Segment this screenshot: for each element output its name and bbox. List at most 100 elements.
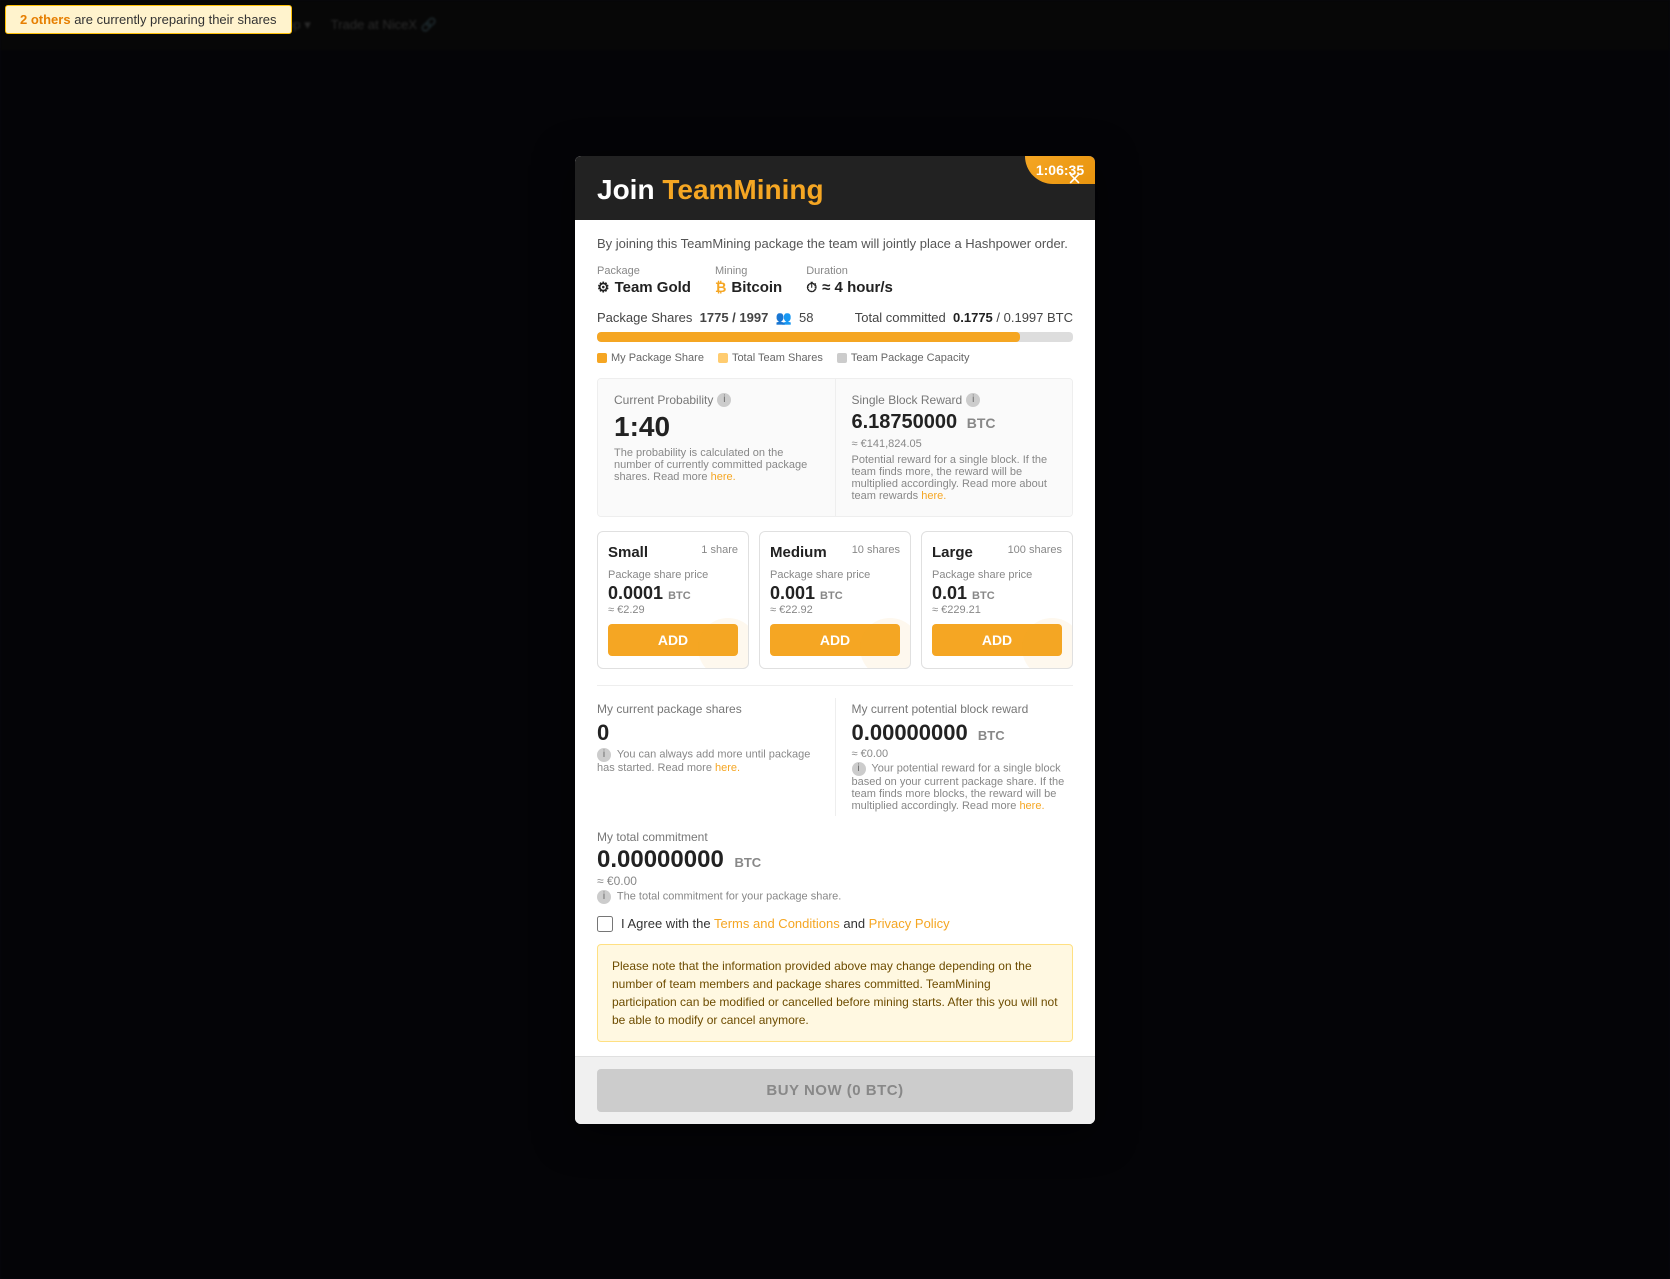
package-card-medium: Medium 10 shares Package share price 0.0… (759, 531, 911, 669)
progress-bar-fill-team (597, 332, 1020, 342)
total-committed: Total committed 0.1775 / 0.1997 BTC (855, 310, 1073, 325)
pkg-medium-eur: ≈ €22.92 (770, 604, 900, 616)
bstat-my-shares: My current package shares 0 i You can al… (597, 698, 835, 816)
my-reward-note-link[interactable]: here. (1019, 800, 1044, 812)
pkg-medium-btc: BTC (820, 590, 843, 602)
block-reward-note: Potential reward for a single block. If … (852, 454, 1057, 502)
package-label: Package (597, 265, 691, 277)
pkg-large-btc: BTC (972, 590, 995, 602)
buy-now-button[interactable]: BUY NOW (0 BTC) (597, 1069, 1073, 1112)
legend-my-share: My Package Share (597, 352, 704, 364)
pkg-medium-add-button[interactable]: ADD (770, 624, 900, 656)
pkg-medium-price: 0.001 BTC (770, 583, 900, 604)
terms-link[interactable]: Terms and Conditions (714, 916, 840, 931)
privacy-link[interactable]: Privacy Policy (869, 916, 950, 931)
mining-label: Mining (715, 265, 782, 277)
duration-icon: ⏱ (806, 279, 817, 296)
divider (597, 685, 1073, 686)
pkg-small-add-button[interactable]: ADD (608, 624, 738, 656)
pkg-card-small-shares: 1 share (701, 544, 738, 556)
stat-probability: Current Probability i 1:40 The probabili… (598, 379, 836, 516)
terms-label[interactable]: I Agree with the Terms and Conditions an… (621, 916, 950, 931)
committed-max: 0.1997 BTC (1004, 310, 1073, 325)
total-commitment-label: My total commitment (597, 830, 1073, 844)
duration-value: ⏱ ≈ 4 hour/s (806, 279, 893, 296)
pkg-large-price: 0.01 BTC (932, 583, 1062, 604)
probability-value: 1:40 (614, 411, 819, 443)
bitcoin-icon: ₿ (715, 279, 726, 295)
modal-body: By joining this TeamMining package the t… (575, 220, 1095, 1124)
pkg-small-eur: ≈ €2.29 (608, 604, 738, 616)
team-members-icon: 👥 (776, 310, 792, 325)
total-commitment-value: 0.00000000 BTC (597, 846, 1073, 874)
committed-value: 0.1775 (953, 310, 993, 325)
modal-subtitle: By joining this TeamMining package the t… (597, 236, 1073, 251)
pkg-small-share-label: Package share price (608, 569, 738, 581)
block-reward-info-icon: i (966, 393, 980, 407)
total-commitment-note: i The total commitment for your package … (597, 890, 1073, 904)
my-reward-value: 0.00000000 BTC (852, 720, 1074, 746)
pkg-large-share-label: Package share price (932, 569, 1062, 581)
modal-overlay: Join TeamMining 1:06:35 × By joining thi… (0, 0, 1670, 1279)
legend-my-share-label: My Package Share (611, 352, 704, 364)
shares-row: Package Shares 1775 / 1997 👥 58 Total co… (597, 310, 1073, 326)
package-card-small: Small 1 share Package share price 0.0001… (597, 531, 749, 669)
my-shares-note: i You can always add more until package … (597, 748, 819, 774)
package-card-large: Large 100 shares Package share price 0.0… (921, 531, 1073, 669)
block-reward-note-link[interactable]: here. (921, 490, 946, 502)
notification-bar: 2 others are currently preparing their s… (5, 5, 292, 34)
package-info-mining: Mining ₿ Bitcoin (715, 265, 782, 296)
pkg-card-large-shares: 100 shares (1008, 544, 1062, 556)
legend-team-shares-label: Total Team Shares (732, 352, 823, 364)
buy-button-wrap: BUY NOW (0 BTC) (575, 1056, 1095, 1124)
package-icon: ⚙ (597, 279, 610, 296)
shares-count: 1775 / 1997 (700, 310, 769, 325)
stats-row: Current Probability i 1:40 The probabili… (597, 378, 1073, 517)
mining-value: ₿ Bitcoin (715, 279, 782, 296)
total-commitment-btc: BTC (734, 855, 761, 870)
probability-info-icon: i (717, 393, 731, 407)
pkg-medium-share-label: Package share price (770, 569, 900, 581)
total-commitment-section: My total commitment 0.00000000 BTC ≈ €0.… (597, 830, 1073, 904)
package-info-package: Package ⚙ Team Gold (597, 265, 691, 296)
block-reward-label: Single Block Reward i (852, 393, 1057, 407)
modal-header: Join TeamMining 1:06:35 × (575, 156, 1095, 220)
legend-team-shares-dot (718, 353, 728, 363)
probability-label: Current Probability i (614, 393, 819, 407)
close-button[interactable]: × (1068, 168, 1081, 190)
notif-text: are currently preparing their shares (71, 12, 277, 27)
pkg-card-medium-shares: 10 shares (852, 544, 900, 556)
my-reward-note: i Your potential reward for a single blo… (852, 762, 1074, 812)
join-team-mining-modal: Join TeamMining 1:06:35 × By joining thi… (575, 156, 1095, 1124)
my-shares-value: 0 (597, 720, 819, 746)
my-shares-note-link[interactable]: here. (715, 762, 740, 774)
total-commitment-info-icon: i (597, 890, 611, 904)
pkg-small-price: 0.0001 BTC (608, 583, 738, 604)
package-info-duration: Duration ⏱ ≈ 4 hour/s (806, 265, 893, 296)
my-reward-label: My current potential block reward (852, 702, 1074, 716)
pkg-small-btc: BTC (668, 590, 691, 602)
modal-title-brand: TeamMining (662, 174, 823, 205)
legend-capacity-label: Team Package Capacity (851, 352, 970, 364)
probability-note: The probability is calculated on the num… (614, 447, 819, 483)
pkg-large-eur: ≈ €229.21 (932, 604, 1062, 616)
notice-box: Please note that the information provide… (597, 944, 1073, 1042)
terms-checkbox[interactable] (597, 916, 613, 932)
team-members-count: 58 (799, 310, 813, 325)
bottom-stats: My current package shares 0 i You can al… (597, 698, 1073, 816)
probability-note-link[interactable]: here. (711, 471, 736, 483)
legend-my-share-dot (597, 353, 607, 363)
shares-label: Package Shares 1775 / 1997 👥 58 (597, 310, 813, 326)
total-commitment-eur: ≈ €0.00 (597, 874, 1073, 888)
my-reward-info-icon: i (852, 762, 866, 776)
block-reward-btc: BTC (967, 415, 996, 431)
notif-count: 2 others (20, 12, 71, 27)
modal-title: Join TeamMining (597, 174, 1073, 206)
my-shares-info-icon: i (597, 748, 611, 762)
my-reward-btc: BTC (978, 728, 1005, 743)
my-shares-label: My current package shares (597, 702, 819, 716)
pkg-large-add-button[interactable]: ADD (932, 624, 1062, 656)
progress-bar (597, 332, 1073, 342)
legend-capacity-dot (837, 353, 847, 363)
block-reward-eur: ≈ €141,824.05 (852, 438, 1057, 450)
